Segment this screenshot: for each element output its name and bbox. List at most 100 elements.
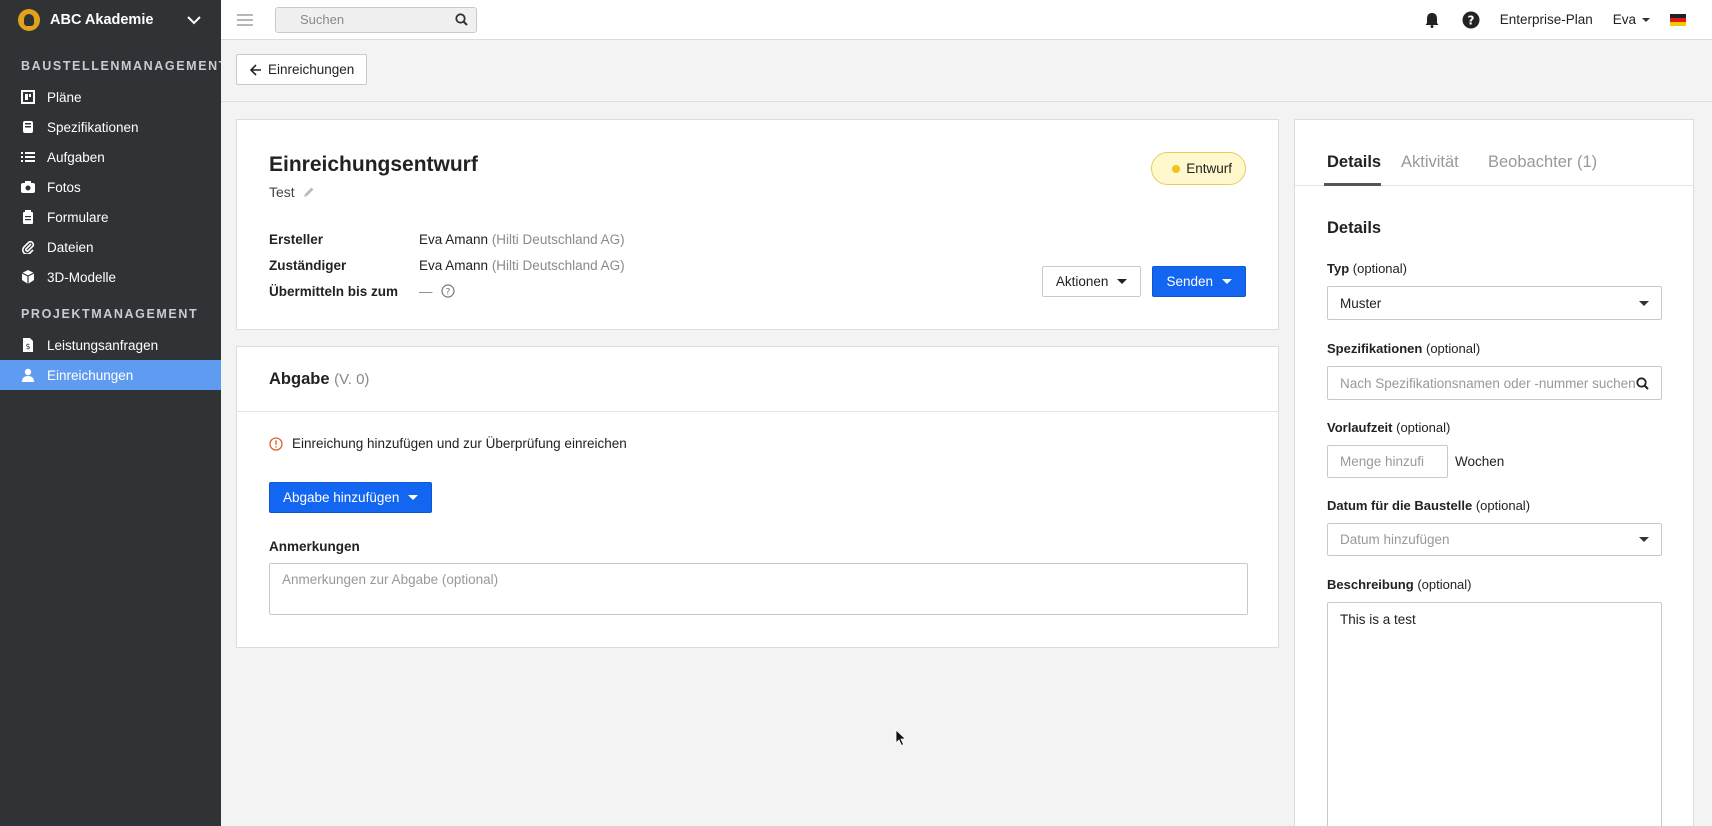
lead-time-input[interactable]: Menge hinzufi	[1327, 445, 1448, 478]
help-icon[interactable]: ?	[1462, 11, 1480, 29]
meta-value: Eva Amann	[419, 231, 489, 247]
sidebar-item-label: Aufgaben	[47, 149, 105, 165]
paperclip-icon	[21, 240, 35, 254]
pencil-icon[interactable]	[303, 186, 315, 198]
sidebar-item-label: Fotos	[47, 179, 81, 195]
sub-header: Einreichungen	[221, 40, 1712, 102]
send-button[interactable]: Senden	[1152, 266, 1246, 297]
sidebar: ABC Akademie BAUSTELLENMANAGEMENT Pläne …	[0, 0, 228, 826]
meta-key: Ersteller	[269, 231, 324, 247]
spec-search-input[interactable]: Nach Spezifikationsnamen oder -nummer su…	[1327, 366, 1662, 400]
user-name: Eva	[1612, 12, 1636, 27]
tab-activity[interactable]: Aktivität	[1401, 153, 1459, 172]
actions-button[interactable]: Aktionen	[1041, 266, 1142, 297]
sidebar-item-submittals[interactable]: Einreichungen	[0, 360, 221, 390]
submission-title: Abgabe	[269, 370, 330, 388]
sidebar-item-specs[interactable]: Spezifikationen	[0, 112, 221, 142]
meta-company: (Hilti Deutschland AG)	[491, 231, 625, 247]
submission-heading: Abgabe (V. 0)	[269, 370, 369, 389]
bell-icon[interactable]	[1424, 12, 1440, 28]
draft-card: Einreichungsentwurf Test Entwurf Erstell…	[236, 119, 1279, 330]
notes-placeholder: Anmerkungen zur Abgabe (optional)	[282, 572, 499, 587]
tab-watchers[interactable]: Beobachter (1)	[1488, 153, 1597, 172]
plan-label[interactable]: Enterprise-Plan	[1500, 12, 1593, 27]
submission-version: (V. 0)	[334, 371, 370, 388]
sidebar-item-plans[interactable]: Pläne	[0, 82, 221, 112]
send-label: Senden	[1166, 274, 1213, 289]
site-date-select[interactable]: Datum hinzufügen	[1327, 523, 1662, 556]
sidebar-item-label: Einreichungen	[47, 367, 134, 383]
caret-down-icon	[1117, 279, 1128, 284]
page-title: Einreichungsentwurf	[269, 153, 478, 176]
arrow-left-icon	[250, 63, 261, 76]
caret-down-icon	[1639, 300, 1649, 306]
top-bar: Suchen ? Enterprise-Plan Eva	[221, 0, 1712, 40]
meta-key: Übermitteln bis zum	[269, 283, 399, 299]
draft-subtitle: Test	[269, 184, 315, 200]
warning-text: Einreichung hinzufügen und zur Überprüfu…	[292, 436, 627, 451]
type-select[interactable]: Muster	[1327, 286, 1662, 320]
tab-details[interactable]: Details	[1327, 153, 1381, 172]
submission-card: Abgabe (V. 0) Einreichung hinzufügen und…	[236, 346, 1279, 648]
sidebar-item-label: Dateien	[47, 239, 94, 255]
caret-down-icon	[1639, 537, 1649, 542]
panel-title: Details	[1327, 219, 1382, 237]
spec-book-icon	[21, 120, 35, 134]
watchers-count: (1)	[1577, 153, 1598, 171]
cube-icon	[21, 270, 35, 284]
sidebar-item-service-requests[interactable]: $ Leistungsanfragen	[0, 330, 221, 360]
user-menu[interactable]: Eva	[1613, 12, 1650, 27]
meta-list: Ersteller Eva Amann (Hilti Deutschland A…	[269, 226, 625, 304]
org-name: ABC Akademie	[50, 12, 154, 28]
mouse-cursor-icon	[895, 729, 907, 747]
chevron-down-icon[interactable]	[185, 11, 203, 29]
sidebar-item-label: 3D-Modelle	[47, 269, 117, 285]
divider	[237, 411, 1278, 412]
panel-tabs: Details Aktivität Beobachter (1)	[1295, 120, 1693, 186]
description-value: This is a test	[1340, 612, 1416, 627]
sidebar-item-tasks[interactable]: Aufgaben	[0, 142, 221, 172]
sidebar-item-label: Formulare	[47, 209, 109, 225]
sidebar-item-files[interactable]: Dateien	[0, 232, 221, 262]
actions-label: Aktionen	[1055, 274, 1109, 289]
site-date-label: Datum für die Baustelle (optional)	[1327, 498, 1531, 513]
document-dollar-icon: $	[21, 338, 35, 352]
svg-text:?: ?	[445, 288, 450, 298]
notes-textarea[interactable]: Anmerkungen zur Abgabe (optional)	[269, 563, 1248, 615]
org-switcher[interactable]: ABC Akademie	[0, 0, 221, 40]
date-placeholder: Datum hinzufügen	[1340, 532, 1450, 547]
description-textarea[interactable]: This is a test	[1327, 602, 1662, 826]
search-input[interactable]: Suchen	[275, 6, 477, 33]
section-heading-site: BAUSTELLENMANAGEMENT	[21, 59, 228, 73]
lead-time-unit: Wochen	[1455, 454, 1505, 469]
type-value: Muster	[1340, 295, 1382, 311]
hamburger-menu-icon[interactable]	[237, 13, 253, 26]
sidebar-item-3d-models[interactable]: 3D-Modelle	[0, 262, 221, 292]
camera-icon	[21, 180, 35, 194]
search-placeholder: Suchen	[300, 12, 345, 27]
search-icon[interactable]	[455, 13, 468, 26]
sidebar-item-forms[interactable]: Formulare	[0, 202, 221, 232]
warning-message: Einreichung hinzufügen und zur Überprüfu…	[269, 436, 627, 451]
help-circle-icon[interactable]: ?	[440, 284, 455, 298]
add-submission-button[interactable]: Abgabe hinzufügen	[269, 482, 433, 513]
caret-down-icon	[1642, 17, 1650, 22]
svg-text:$: $	[25, 342, 30, 351]
sidebar-item-label: Pläne	[47, 89, 82, 105]
back-button[interactable]: Einreichungen	[236, 54, 368, 85]
description-label: Beschreibung (optional)	[1327, 577, 1472, 592]
sidebar-item-photos[interactable]: Fotos	[0, 172, 221, 202]
search-icon[interactable]	[1636, 376, 1649, 390]
lead-placeholder: Menge hinzufi	[1340, 454, 1425, 469]
list-icon	[21, 150, 35, 164]
meta-company: (Hilti Deutschland AG)	[491, 257, 625, 273]
alert-circle-icon	[269, 436, 283, 451]
meta-row-due-date: Übermitteln bis zum — ?	[269, 278, 625, 304]
user-icon	[21, 368, 35, 382]
status-label: Entwurf	[1186, 161, 1232, 176]
caret-down-icon	[408, 495, 419, 500]
type-label: Typ (optional)	[1327, 261, 1407, 276]
meta-value: Eva Amann	[419, 257, 489, 273]
german-flag-icon[interactable]	[1670, 13, 1686, 26]
svg-text:?: ?	[1467, 13, 1474, 27]
